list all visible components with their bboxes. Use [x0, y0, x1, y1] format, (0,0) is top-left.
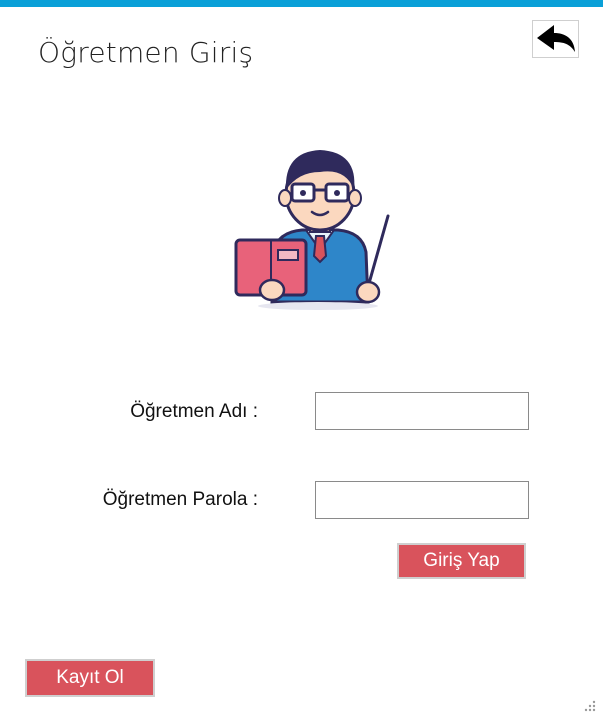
teacher-password-label: Öğretmen Parola :: [102, 489, 258, 510]
teacher-password-input[interactable]: [315, 481, 529, 519]
page-title: Öğretmen Giriş: [38, 36, 254, 69]
teacher-name-input[interactable]: [315, 392, 529, 430]
back-button[interactable]: [532, 20, 579, 58]
window-top-border: [0, 0, 603, 7]
login-button[interactable]: Giriş Yap: [397, 543, 526, 579]
teacher-name-label: Öğretmen Adı :: [130, 401, 258, 422]
resize-grip-icon[interactable]: [582, 698, 596, 712]
register-button[interactable]: Kayıt Ol: [25, 659, 155, 697]
back-arrow-icon: [536, 25, 575, 52]
teacher-icon: [234, 150, 390, 310]
